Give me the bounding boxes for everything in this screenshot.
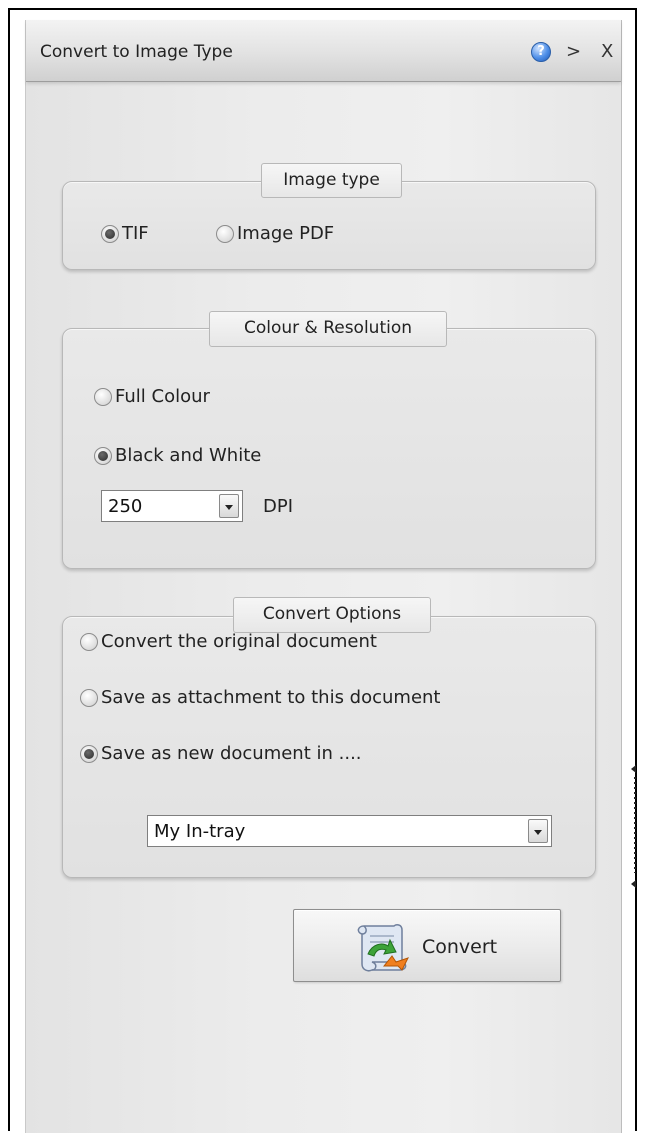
radio-dot-icon [216, 224, 234, 243]
dpi-select-value: 250 [108, 496, 143, 517]
panel-titlebar: Convert to Image Type ? > X [26, 20, 621, 82]
radio-save-as-new-document-label: Save as new document in .... [101, 743, 362, 764]
close-button[interactable]: X [601, 41, 613, 62]
scroll-convert-icon [357, 924, 409, 972]
radio-tif-label: TIF [122, 223, 149, 244]
window-frame: Convert to Image Type ? > X Image type T… [8, 8, 640, 1133]
chevron-down-icon[interactable] [219, 494, 239, 518]
dpi-label: DPI [263, 496, 294, 517]
destination-select[interactable]: My In-tray [147, 815, 552, 847]
radio-image-pdf-label: Image PDF [237, 223, 335, 244]
radio-dot-icon [94, 446, 112, 465]
radio-dot-icon [80, 688, 98, 707]
radio-black-and-white[interactable]: Black and White [94, 445, 261, 466]
chevron-down-icon[interactable] [528, 819, 548, 843]
radio-save-as-attachment-label: Save as attachment to this document [101, 687, 441, 708]
radio-save-as-attachment[interactable]: Save as attachment to this document [80, 687, 441, 708]
radio-dot-icon [101, 224, 119, 243]
splitter-grip-icon [634, 777, 636, 873]
collapse-button[interactable]: > [566, 41, 581, 62]
dpi-select[interactable]: 250 [101, 490, 243, 522]
splitter-arrow-icon [631, 880, 636, 888]
destination-select-value: My In-tray [154, 821, 246, 842]
splitter-handle[interactable] [630, 765, 640, 890]
radio-dot-icon [80, 632, 98, 651]
radio-save-as-new-document[interactable]: Save as new document in .... [80, 743, 362, 764]
radio-image-pdf[interactable]: Image PDF [216, 223, 334, 244]
convert-panel: Convert to Image Type ? > X Image type T… [25, 20, 622, 1133]
help-icon[interactable]: ? [531, 42, 551, 62]
convert-button[interactable]: Convert [293, 909, 561, 982]
splitter-arrow-icon [631, 765, 636, 773]
radio-black-and-white-label: Black and White [115, 445, 262, 466]
radio-full-colour[interactable]: Full Colour [94, 386, 210, 407]
colour-resolution-legend: Colour & Resolution [209, 311, 447, 347]
image-type-legend: Image type [261, 163, 402, 198]
radio-convert-original-label: Convert the original document [101, 631, 377, 652]
radio-full-colour-label: Full Colour [115, 386, 210, 407]
convert-options-legend: Convert Options [233, 597, 431, 633]
radio-tif[interactable]: TIF [101, 223, 149, 244]
radio-convert-original[interactable]: Convert the original document [80, 631, 377, 652]
panel-title: Convert to Image Type [40, 42, 233, 62]
radio-dot-icon [80, 744, 98, 763]
convert-button-label: Convert [422, 936, 498, 958]
radio-dot-icon [94, 387, 112, 406]
